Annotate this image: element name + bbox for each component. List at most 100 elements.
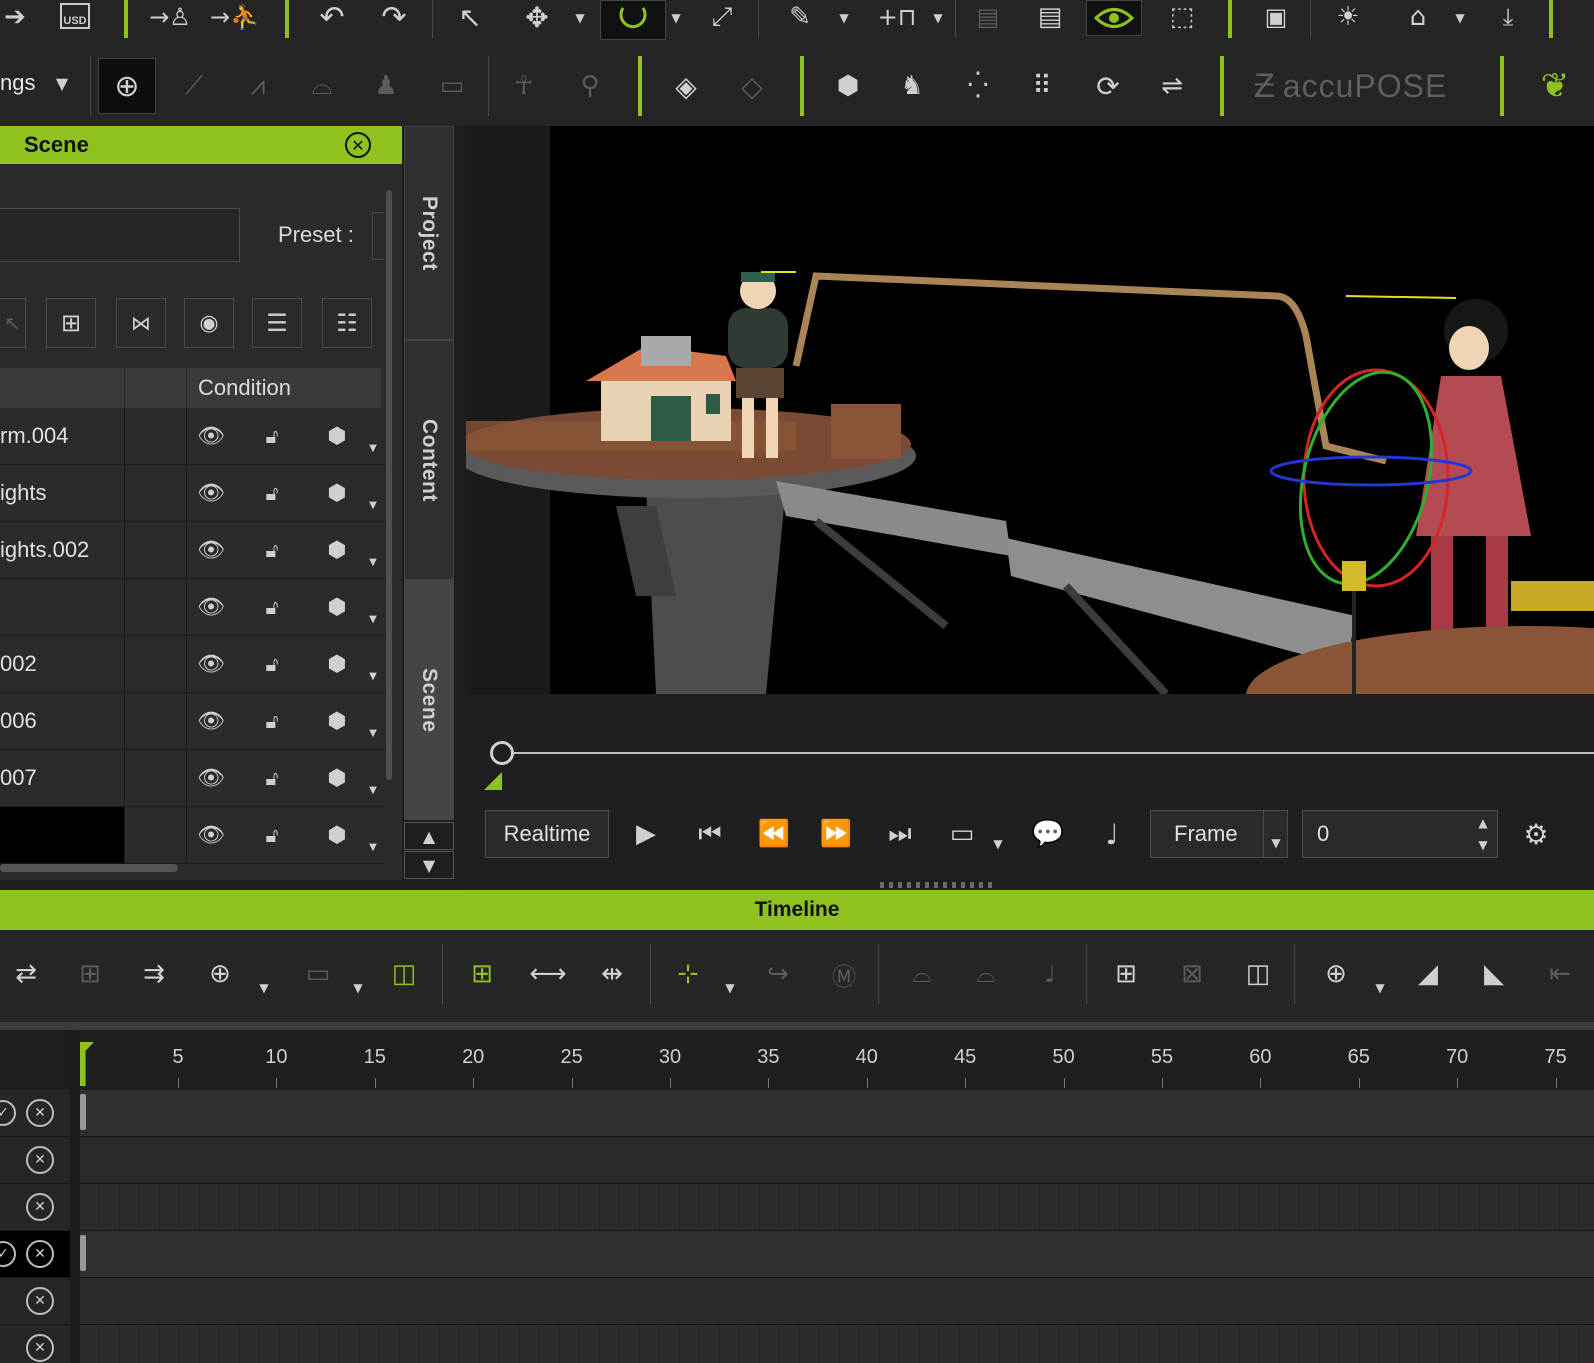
table-row[interactable]: rm.004 👁 🔓︎ ⬢ ▼ [0, 408, 385, 465]
track-header[interactable]: ✓ ✕ [0, 1090, 70, 1137]
condition-column-header[interactable]: Condition [187, 368, 381, 408]
dropdown-arrow-icon[interactable]: ▼ [836, 8, 852, 28]
lock-icon[interactable]: 🔓︎ [258, 479, 286, 507]
trim-right-icon[interactable]: ◣ [1472, 952, 1516, 996]
collapse-list-icon[interactable]: ☰ [252, 298, 302, 348]
eye-icon[interactable]: 👁 [196, 707, 226, 735]
stretch-range-icon[interactable]: ⇹ [590, 952, 634, 996]
align-icon[interactable]: ▤ [1030, 0, 1070, 34]
trim-left-icon[interactable]: ◢ [1406, 952, 1450, 996]
eye-icon[interactable]: 👁 [196, 422, 226, 450]
eye-icon[interactable]: 👁 [196, 821, 226, 849]
visibility-eye-icon[interactable] [1086, 0, 1142, 36]
table-row[interactable]: 002 👁 🔓︎ ⬢ ▼ [0, 636, 385, 693]
music-note-icon[interactable]: ♩ [1090, 812, 1134, 856]
cube-icon[interactable]: ⬢ [322, 536, 352, 564]
track-header[interactable]: ✕ [0, 1137, 70, 1184]
tab-scroll-down-icon[interactable]: ▼ [404, 851, 454, 879]
table-row[interactable]: 👁 🔓︎ ⬢ ▼ [0, 807, 385, 864]
dropdown-arrow-icon[interactable]: ▼ [366, 611, 380, 627]
camera-frame-icon[interactable]: ⬚ [1160, 0, 1204, 34]
orbit-icon[interactable]: ⟳ [1086, 64, 1130, 108]
lock-icon[interactable]: 🔓︎ [258, 422, 286, 450]
dropdown-arrow-icon[interactable]: ▼ [990, 834, 1006, 854]
dropdown-arrow-icon[interactable]: ▼ [366, 839, 380, 855]
export-arrow-icon[interactable]: ➔ [0, 0, 30, 34]
redo-icon[interactable]: ↷ [372, 0, 416, 35]
keyframe-marker[interactable] [80, 1094, 86, 1130]
cube-icon[interactable]: ⬢ [322, 650, 352, 678]
timeline-track[interactable] [80, 1231, 1594, 1278]
leaf-logo-icon[interactable]: ❦ [1530, 64, 1580, 108]
table-row[interactable]: 006 👁 🔓︎ ⬢ ▼ [0, 693, 385, 750]
timeline-ruler[interactable]: 5 10 15 20 25 30 35 40 45 50 55 60 65 70 75 [80, 1040, 1594, 1090]
move-icon[interactable]: ✥ [515, 0, 559, 34]
loop-range-icon[interactable]: ▭ [940, 812, 984, 856]
dropdown-arrow-icon[interactable]: ▼ [668, 8, 684, 28]
lock-icon[interactable]: 🔓︎ [258, 707, 286, 735]
cube-icon[interactable]: ⬢ [322, 764, 352, 792]
group-icon[interactable]: ♞ [890, 64, 934, 108]
preset-dropdown[interactable] [372, 212, 384, 260]
cube-icon[interactable]: ⬢ [322, 593, 352, 621]
subtitle-icon[interactable]: 💬 [1026, 812, 1070, 856]
lock-icon[interactable]: 🔓︎ [258, 593, 286, 621]
dropdown-arrow-icon[interactable]: ▼ [572, 8, 588, 28]
timeline-track[interactable] [80, 1137, 1594, 1184]
spin-down-icon[interactable]: ▼ [1471, 835, 1495, 855]
fast-forward-icon[interactable]: ⏩ [814, 812, 858, 856]
track-close-icon[interactable]: ✕ [26, 1146, 54, 1174]
table-row[interactable]: ights 👁 🔓︎ ⬢ ▼ [0, 465, 385, 522]
table-row[interactable]: 007 👁 🔓︎ ⬢ ▼ [0, 750, 385, 807]
window-icon[interactable]: ▣ [1256, 0, 1296, 34]
dropdown-arrow-icon[interactable]: ▼ [1452, 8, 1468, 28]
filter-grid-select-icon[interactable]: ⊞ [46, 298, 96, 348]
timeline-scrub-track[interactable] [500, 752, 1594, 754]
light-icon[interactable]: ☀ [1326, 0, 1370, 34]
path-icon[interactable]: ⇌ [1150, 64, 1194, 108]
track-close-icon[interactable]: ✕ [26, 1099, 54, 1127]
track-header[interactable]: ✓ ✕ [0, 1231, 70, 1278]
track-close-icon[interactable]: ✕ [26, 1287, 54, 1315]
transfer-character-icon[interactable]: →♙ [145, 0, 195, 34]
track-enable-icon[interactable]: ✓ [0, 1100, 16, 1126]
blank-column-header[interactable] [125, 368, 186, 408]
vertical-scrollbar[interactable] [386, 190, 392, 780]
track-enable-icon[interactable]: ✓ [0, 1241, 16, 1267]
table-row[interactable]: ights.002 👁 🔓︎ ⬢ ▼ [0, 522, 385, 579]
eye-icon[interactable]: 👁 [196, 479, 226, 507]
accupose-logo[interactable]: Ƶ accuPOSE [1254, 64, 1474, 108]
lock-icon[interactable]: 🔓︎ [258, 536, 286, 564]
realtime-button[interactable]: Realtime [485, 810, 609, 858]
tab-project[interactable]: Project [404, 126, 454, 340]
settings-combo[interactable]: ngs ▼ [0, 60, 85, 106]
dropdown-arrow-icon[interactable]: ▼ [722, 978, 738, 998]
cube-icon[interactable]: ⬢ [322, 707, 352, 735]
horizontal-scrollbar[interactable] [0, 864, 178, 872]
timeline-track[interactable] [80, 1090, 1594, 1137]
name-column-header[interactable] [0, 368, 124, 408]
timeline-scrub-handle[interactable] [490, 741, 514, 765]
tab-scroll-up-icon[interactable]: ▲ [404, 822, 454, 850]
track-header[interactable]: ✕ [0, 1184, 70, 1231]
cube-icon[interactable]: ⬢ [322, 821, 352, 849]
table-row[interactable]: 👁 🔓︎ ⬢ ▼ [0, 579, 385, 636]
track-header[interactable]: ✕ [0, 1278, 70, 1325]
3d-viewport[interactable] [466, 126, 1594, 694]
eye-icon[interactable]: 👁 [196, 593, 226, 621]
track-toggle-icon[interactable]: ◫ [382, 952, 426, 996]
gamepad-icon[interactable]: ⊕ [98, 58, 156, 114]
dropdown-arrow-icon[interactable]: ▼ [1372, 978, 1388, 998]
dropdown-arrow-icon[interactable]: ▼ [256, 978, 272, 998]
scale-icon[interactable]: ⤢ [700, 0, 744, 34]
key-add-icon[interactable]: ⊹ [666, 952, 710, 996]
frame-mode-dropdown[interactable]: Frame ▼ [1150, 810, 1288, 858]
keyframe-marker[interactable] [80, 1235, 86, 1271]
rewind-icon[interactable]: ⏪ [752, 812, 796, 856]
snap-tool-icon[interactable]: ✎ [778, 0, 822, 34]
playback-settings-icon[interactable]: ⚙ [1514, 812, 1558, 856]
transfer-motion-icon[interactable]: →⛹ [210, 0, 260, 34]
track-close-icon[interactable]: ✕ [26, 1334, 54, 1362]
dropdown-arrow-icon[interactable]: ▼ [930, 8, 946, 28]
lock-icon[interactable]: 🔓︎ [258, 764, 286, 792]
